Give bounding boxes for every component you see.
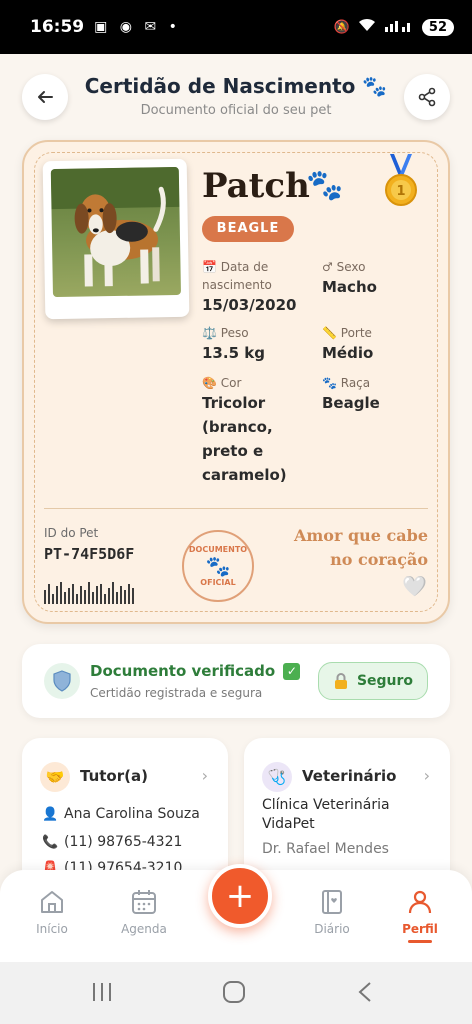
wifi-icon bbox=[358, 18, 376, 36]
nav-agenda[interactable]: Agenda bbox=[108, 888, 180, 936]
add-button[interactable]: + bbox=[208, 864, 272, 928]
home-icon bbox=[41, 891, 63, 913]
back-system-button[interactable] bbox=[354, 980, 378, 1008]
nav-home-label: Início bbox=[36, 922, 68, 936]
phone-icon: 📞 bbox=[42, 835, 59, 850]
pet-photo-image bbox=[50, 166, 181, 298]
tutor-title: Tutor(a) bbox=[80, 767, 148, 785]
battery-indicator: 52 bbox=[421, 18, 454, 36]
sex-label: ♂ Sexo bbox=[322, 260, 366, 274]
nav-profile-label: Perfil bbox=[402, 922, 438, 936]
recent-apps-button[interactable] bbox=[90, 980, 114, 1008]
vet-clinic: Clínica Veterinária VidaPet bbox=[262, 796, 390, 834]
pet-id-label: ID do Pet bbox=[44, 526, 99, 540]
tutor-name-row: 👤 Ana Carolina Souza bbox=[42, 806, 200, 822]
color-value-line-2: (branco, bbox=[202, 418, 273, 436]
paws-icon: 🐾 bbox=[306, 168, 344, 203]
size-value: Médio bbox=[322, 344, 374, 362]
notification-icons: ▣ ◉ ✉ • bbox=[94, 19, 181, 35]
status-bar: 16:59 ▣ ◉ ✉ • 🔕 52 bbox=[0, 0, 472, 54]
person-icon: 👤 bbox=[42, 807, 59, 822]
page-subtitle: Documento oficial do seu pet bbox=[140, 103, 332, 118]
nav-agenda-label: Agenda bbox=[121, 922, 167, 936]
check-icon: ✓ bbox=[283, 663, 301, 680]
heart-icon[interactable]: 🤍 bbox=[402, 574, 427, 598]
calendar-icon bbox=[132, 890, 156, 914]
active-indicator bbox=[408, 940, 432, 943]
weight-label: ⚖️ Peso bbox=[202, 326, 249, 340]
color-value-line-4: caramelo) bbox=[202, 466, 287, 484]
verification-title-text: Documento verificado bbox=[90, 662, 276, 680]
stamp-paw-icon: 🐾 bbox=[205, 554, 231, 578]
color-value-line-3: preto e bbox=[202, 442, 264, 460]
tutor-phone-row[interactable]: 📞 (11) 98765-4321 bbox=[42, 834, 182, 850]
system-navigation-bar bbox=[0, 962, 472, 1024]
vet-clinic-line-1: Clínica Veterinária bbox=[262, 797, 390, 813]
official-stamp: DOCUMENTO 🐾 OFICIAL bbox=[182, 530, 254, 602]
profile-icon bbox=[408, 890, 432, 914]
pet-id-value: PT-74F5D6F bbox=[44, 545, 135, 563]
breed-value: Beagle bbox=[322, 394, 380, 412]
share-button[interactable] bbox=[404, 74, 450, 120]
tutor-name: Ana Carolina Souza bbox=[64, 806, 200, 822]
stamp-top-text: DOCUMENTO bbox=[188, 545, 248, 554]
nav-profile[interactable]: Perfil bbox=[384, 888, 456, 943]
secure-button[interactable]: Seguro bbox=[318, 662, 428, 700]
status-right: 🔕 52 bbox=[334, 18, 454, 36]
vet-clinic-line-2: VidaPet bbox=[262, 816, 315, 832]
share-icon bbox=[418, 87, 436, 107]
beagle-illustration bbox=[50, 166, 180, 287]
svg-text:1: 1 bbox=[396, 184, 405, 199]
vet-doctor: Dr. Rafael Mendes bbox=[262, 841, 389, 857]
verification-card: Documento verificado ✓ Certidão registra… bbox=[22, 644, 450, 718]
nav-diary-label: Diário bbox=[314, 922, 350, 936]
breed-label: 🐾 Raça bbox=[322, 376, 371, 390]
tutor-phone: (11) 98765-4321 bbox=[64, 834, 183, 850]
verification-title: Documento verificado ✓ bbox=[90, 662, 301, 680]
medal-icon: 1 bbox=[382, 154, 420, 214]
barcode bbox=[44, 582, 134, 604]
shield-icon bbox=[44, 663, 80, 699]
color-value-line-1: Tricolor bbox=[202, 394, 266, 412]
size-label: 📏 Porte bbox=[322, 326, 372, 340]
chevron-right-icon[interactable]: › bbox=[202, 766, 208, 785]
birth-date-label-line-2: nascimento bbox=[202, 278, 272, 292]
diary-icon bbox=[322, 890, 342, 914]
breed-badge: BEAGLE bbox=[202, 216, 294, 242]
stethoscope-icon: 🩺 bbox=[262, 762, 292, 792]
birth-date-label-line-1: 📅 Data de bbox=[202, 260, 269, 274]
chevron-right-icon[interactable]: › bbox=[424, 766, 430, 785]
vet-title: Veterinário bbox=[302, 767, 397, 785]
nav-home[interactable]: Início bbox=[16, 888, 88, 936]
certificate-divider bbox=[44, 508, 428, 509]
status-time: 16:59 bbox=[30, 17, 85, 37]
color-label: 🎨 Cor bbox=[202, 376, 242, 390]
header: Certidão de Nascimento 🐾 Documento ofici… bbox=[0, 68, 472, 128]
birth-date-value: 15/03/2020 bbox=[202, 296, 297, 314]
verification-subtitle: Certidão registrada e segura bbox=[90, 686, 263, 700]
weight-value: 13.5 kg bbox=[202, 344, 265, 362]
lock-icon bbox=[334, 673, 347, 689]
motto-line-1: Amor que cabe bbox=[293, 526, 428, 545]
home-system-button[interactable] bbox=[222, 980, 246, 1008]
pet-photo[interactable] bbox=[42, 158, 190, 320]
secure-button-label: Seguro bbox=[356, 673, 414, 689]
sex-value: Macho bbox=[322, 278, 377, 296]
stamp-bottom-text: OFICIAL bbox=[200, 578, 236, 587]
mute-icon: 🔕 bbox=[333, 19, 350, 35]
motto-line-2: no coração bbox=[330, 550, 428, 569]
page-title: Certidão de Nascimento 🐾 bbox=[84, 74, 388, 98]
signal-icon bbox=[384, 18, 414, 36]
nav-diary[interactable]: Diário bbox=[296, 888, 368, 936]
handshake-icon: 🤝 bbox=[40, 762, 70, 792]
pet-name: Patch bbox=[202, 166, 310, 206]
motto: Amor que cabe no coração bbox=[294, 524, 428, 572]
